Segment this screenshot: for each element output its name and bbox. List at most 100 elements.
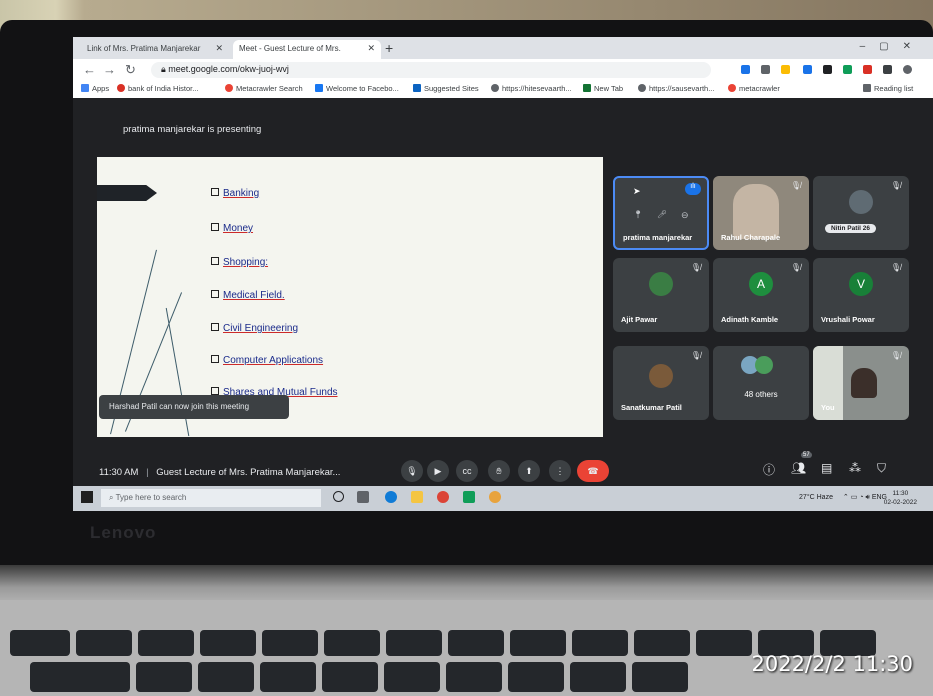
chat-icon[interactable]: ▤: [821, 461, 832, 475]
window-controls[interactable]: –▢✕: [860, 41, 925, 52]
participant-tile-rahul[interactable]: 🎙︎̸ Rahul Charapale: [713, 176, 809, 250]
people-icon[interactable]: 👥︎: [791, 461, 806, 475]
photo-timestamp: 2022/2/2 11:30: [751, 652, 913, 676]
participant-tile-vrushali[interactable]: 🎙︎̸ V Vrushali Powar: [813, 258, 909, 332]
keyboard-key: [570, 662, 626, 692]
bookmark-item[interactable]: New Tab: [583, 84, 623, 93]
address-bar[interactable]: 🔒︎ meet.google.com/okw-juoj-wvj: [151, 62, 711, 78]
tab-label: Meet - Guest Lecture of Mrs.: [239, 44, 341, 53]
bookmark-item[interactable]: https://hitesevaarth...: [491, 84, 572, 93]
extension-icon[interactable]: [843, 65, 852, 74]
pin-icon[interactable]: 📍︎: [633, 210, 643, 219]
system-tray[interactable]: 27°C Haze ⌃ ▭ ◔ 🔊︎ ENG: [799, 493, 887, 502]
mic-off-icon: 🎙︎̸: [890, 263, 901, 272]
raise-hand-button[interactable]: ✋︎: [488, 460, 510, 482]
bookmark-apps[interactable]: Apps: [81, 84, 109, 93]
extension-icon[interactable]: [761, 65, 770, 74]
back-icon[interactable]: ←: [83, 62, 96, 77]
slide-bullet: Banking: [211, 188, 259, 199]
new-tab-icon[interactable]: +: [385, 40, 393, 56]
cortana-icon[interactable]: [333, 491, 344, 502]
info-icon[interactable]: ⓘ: [763, 461, 775, 478]
windows-start-icon[interactable]: [81, 491, 93, 503]
bookmark-item[interactable]: bank of India Histor...: [117, 84, 198, 93]
participant-tile-sanatkumar[interactable]: 🎙︎̸ Sanatkumar Patil: [613, 346, 709, 420]
mic-off-button[interactable]: 🎙︎: [401, 460, 423, 482]
people-count-badge: 57: [801, 452, 812, 458]
activities-icon[interactable]: ⁂: [849, 461, 861, 475]
clock-date: 02-02-2022: [883, 499, 917, 506]
participant-name-chip: Nitin Patil 26: [825, 224, 877, 233]
edge-icon[interactable]: [385, 491, 397, 503]
avatar-letter: V: [849, 272, 873, 296]
mic-icon[interactable]: 🎤︎: [657, 210, 667, 219]
taskbar-clock[interactable]: 11:30 02-02-2022: [884, 489, 917, 507]
keyboard-key: [508, 662, 564, 692]
participant-tile-adinath[interactable]: 🎙︎̸ A Adinath Kamble: [713, 258, 809, 332]
keyboard-key: [446, 662, 502, 692]
app-icon[interactable]: [463, 491, 475, 503]
avatar-letter: A: [749, 272, 773, 296]
slide-arrow-shape: [97, 185, 157, 201]
extension-icon[interactable]: [803, 65, 812, 74]
slide-bullet: Civil Engineering: [211, 323, 298, 334]
checkbox-bullet-icon: [211, 290, 219, 298]
keyboard-key: [136, 662, 192, 692]
keyboard-key: [632, 662, 688, 692]
host-controls-icon[interactable]: ⛉: [877, 461, 886, 476]
checkbox-bullet-icon: [211, 323, 219, 331]
extension-icon[interactable]: [741, 65, 750, 74]
tab-link-of-pratima[interactable]: Link of Mrs. Pratima Manjarekar ✕: [81, 40, 229, 59]
lenovo-logo: Lenovo: [90, 523, 157, 542]
reload-icon[interactable]: ↻: [125, 62, 136, 78]
extension-icon[interactable]: [863, 65, 872, 74]
participant-name: pratima manjarekar: [623, 233, 693, 242]
slide-bullet: Shopping:: [211, 257, 268, 268]
bookmark-item[interactable]: Metacrawler Search: [225, 84, 303, 93]
bookmark-item[interactable]: Suggested Sites: [413, 84, 479, 93]
close-icon[interactable]: ✕: [367, 43, 375, 54]
participant-tile-nitin[interactable]: 🎙︎̸ Nitin Patil 26: [813, 176, 909, 250]
bookmark-item[interactable]: metacrawler: [728, 84, 780, 93]
puzzle-icon[interactable]: [883, 65, 892, 74]
avatar: [649, 364, 673, 388]
captions-button[interactable]: cc: [456, 460, 478, 482]
reading-list[interactable]: Reading list: [863, 84, 913, 93]
bookmark-item[interactable]: https://sausevarth...: [638, 84, 714, 93]
taskbar-search[interactable]: ⌕ Type here to search: [101, 489, 321, 507]
star-icon[interactable]: [781, 65, 790, 74]
meeting-info: 11:30 AM | Guest Lecture of Mrs. Pratima…: [99, 467, 341, 478]
mic-off-icon: 🎙︎̸: [890, 181, 901, 190]
keyboard-key: [322, 662, 378, 692]
tab-meet[interactable]: Meet - Guest Lecture of Mrs. ✕: [233, 40, 381, 59]
keyboard-key: [572, 630, 628, 656]
participant-tile-ajit[interactable]: 🎙︎̸ Ajit Pawar: [613, 258, 709, 332]
participant-name: Adinath Kamble: [721, 315, 779, 324]
keyboard-key: [30, 662, 130, 692]
settings-icon[interactable]: [489, 491, 501, 503]
file-explorer-icon[interactable]: [411, 491, 423, 503]
task-view-icon[interactable]: [357, 491, 369, 503]
avatar: [849, 190, 873, 214]
video-feed: [733, 184, 779, 239]
present-button[interactable]: ⬆: [518, 460, 540, 482]
mic-off-icon: 🎙︎̸: [790, 263, 801, 272]
camera-off-button[interactable]: ▶: [427, 460, 449, 482]
participant-tile-others[interactable]: 48 others: [713, 346, 809, 420]
presenting-label: pratima manjarekar is presenting: [123, 124, 262, 135]
profile-avatar[interactable]: [903, 65, 912, 74]
forward-icon[interactable]: →: [103, 62, 116, 77]
close-icon[interactable]: ✕: [215, 43, 223, 54]
chrome-icon[interactable]: [437, 491, 449, 503]
more-options-button[interactable]: ⋮: [549, 460, 571, 482]
bookmark-icon: [583, 84, 591, 92]
mic-off-icon: 🎙︎̸: [690, 263, 701, 272]
hang-up-button[interactable]: ☎︎: [577, 460, 609, 482]
participant-tile-you[interactable]: 🎙︎̸ You: [813, 346, 909, 420]
more-icon[interactable]: ⊖: [681, 210, 689, 221]
apps-icon: [81, 84, 89, 92]
bookmark-item[interactable]: Welcome to Facebo...: [315, 84, 399, 93]
tab-label: Link of Mrs. Pratima Manjarekar: [87, 44, 201, 53]
participant-tile-pratima[interactable]: ➤ ılı 📍︎ 🎤︎ ⊖ pratima manjarekar: [613, 176, 709, 250]
extension-icon[interactable]: [823, 65, 832, 74]
